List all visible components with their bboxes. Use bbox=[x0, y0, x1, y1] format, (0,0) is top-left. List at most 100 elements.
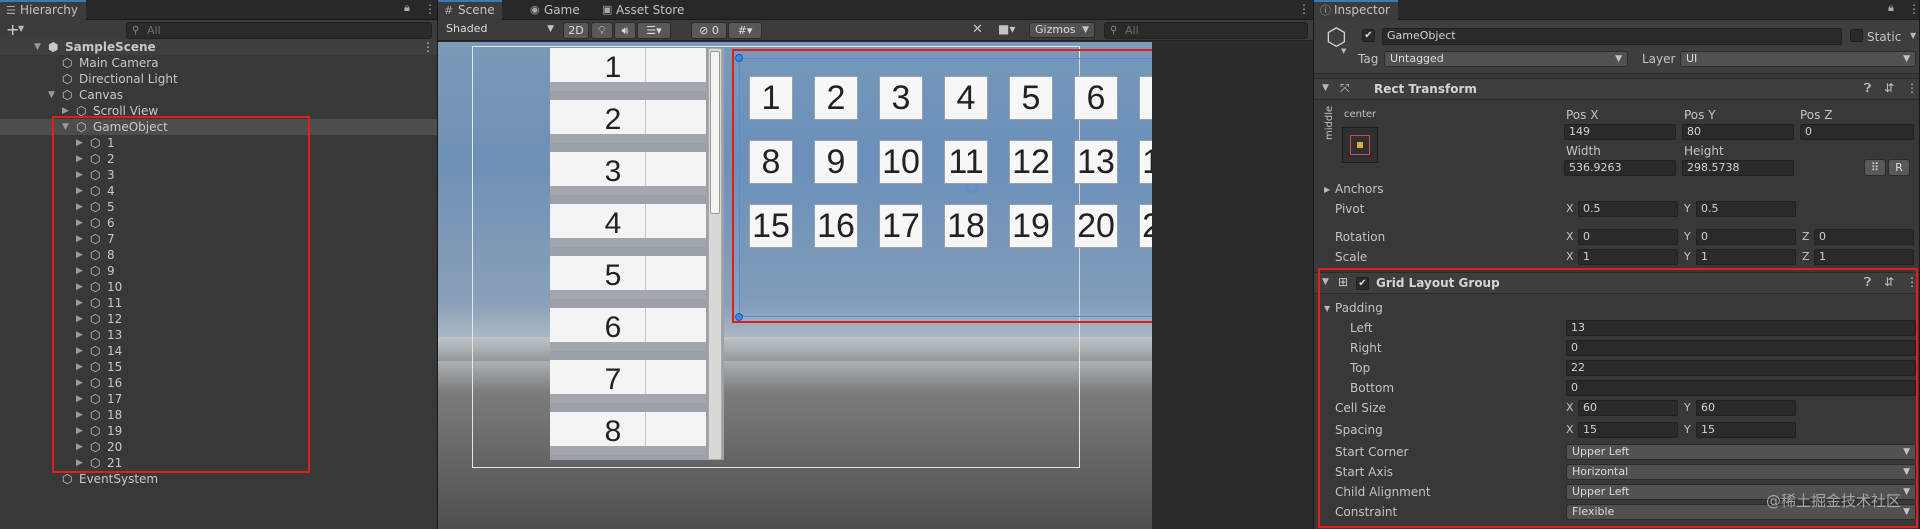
kebab-menu-icon[interactable]: ⋮ bbox=[1906, 81, 1918, 95]
grid-tile[interactable]: 16 bbox=[814, 204, 858, 248]
fold-closed-icon[interactable]: ▶ bbox=[62, 103, 69, 119]
tab-inspector[interactable]: ⓘ Inspector bbox=[1314, 0, 1398, 20]
hierarchy-row[interactable]: ▼ ⬡ GameObject bbox=[0, 119, 437, 135]
fold-closed-icon[interactable]: ▶ bbox=[76, 455, 83, 471]
static-checkbox[interactable] bbox=[1850, 29, 1863, 42]
anchors-fold-icon[interactable]: ▶ bbox=[1324, 185, 1330, 194]
pivot-y-field[interactable]: 0.5 bbox=[1696, 201, 1796, 217]
grid-tile[interactable]: 9 bbox=[814, 140, 858, 184]
tab-asset-store[interactable]: ▣ Asset Store bbox=[596, 0, 696, 20]
gizmos-dropdown[interactable]: Gizmos ▼ bbox=[1029, 22, 1095, 38]
grid-tile[interactable]: 14 bbox=[1139, 140, 1152, 184]
grid-tile[interactable]: 21 bbox=[1139, 204, 1152, 248]
hierarchy-row[interactable]: ⬡ EventSystem bbox=[0, 471, 437, 487]
grid-tile[interactable]: 13 bbox=[1074, 140, 1118, 184]
fold-closed-icon[interactable]: ▶ bbox=[76, 327, 83, 343]
layer-dropdown[interactable]: UI ▼ bbox=[1680, 51, 1916, 67]
padding-bottom-field[interactable]: 0 bbox=[1566, 380, 1916, 396]
fold-closed-icon[interactable]: ▶ bbox=[76, 263, 83, 279]
posy-field[interactable]: 80 bbox=[1682, 124, 1794, 140]
scroll-view-item[interactable]: 3 bbox=[550, 152, 706, 195]
tab-hierarchy[interactable]: ☰ Hierarchy bbox=[0, 0, 86, 20]
padding-fold-icon[interactable]: ▼ bbox=[1324, 304, 1330, 313]
hierarchy-row[interactable]: ▶ ⬡ 2 bbox=[0, 151, 437, 167]
blueprint-mode-button[interactable]: ⠿ bbox=[1864, 159, 1886, 176]
fold-closed-icon[interactable]: ▶ bbox=[76, 247, 83, 263]
scroll-view-item[interactable]: 5 bbox=[550, 256, 706, 299]
tab-game[interactable]: ◉ Game bbox=[524, 0, 586, 20]
fold-closed-icon[interactable]: ▶ bbox=[76, 343, 83, 359]
fold-closed-icon[interactable]: ▶ bbox=[76, 167, 83, 183]
lock-icon[interactable]: 🔒︎ bbox=[1888, 1, 1894, 15]
grid-toggle-button[interactable]: #▾ bbox=[728, 22, 762, 39]
hierarchy-row[interactable]: ▶ ⬡ 3 bbox=[0, 167, 437, 183]
raw-edit-button[interactable]: R bbox=[1888, 159, 1910, 176]
grid-tile[interactable]: 12 bbox=[1009, 140, 1053, 184]
scroll-view-item[interactable]: 1 bbox=[550, 48, 706, 91]
scroll-view[interactable]: 1 2 3 4 5 6 7 8 bbox=[550, 48, 724, 460]
hierarchy-row[interactable]: ▶ ⬡ 8 bbox=[0, 247, 437, 263]
rotation-z-field[interactable]: 0 bbox=[1814, 229, 1914, 245]
padding-label[interactable]: Padding bbox=[1335, 300, 1383, 316]
object-name-field[interactable]: GameObject bbox=[1382, 28, 1842, 45]
grid-tile[interactable]: 19 bbox=[1009, 204, 1053, 248]
hierarchy-row[interactable]: ▶ ⬡ 14 bbox=[0, 343, 437, 359]
hierarchy-row[interactable]: ▶ ⬡ 13 bbox=[0, 327, 437, 343]
scene-viewport[interactable]: 12345678 1234567891011121314151617181920… bbox=[438, 42, 1152, 529]
kebab-menu-icon[interactable]: ⋮ bbox=[424, 2, 436, 16]
rotation-x-field[interactable]: 0 bbox=[1578, 229, 1678, 245]
padding-top-field[interactable]: 22 bbox=[1566, 360, 1916, 376]
lighting-toggle-button[interactable]: 💡︎ bbox=[591, 22, 613, 39]
fold-closed-icon[interactable]: ▶ bbox=[76, 279, 83, 295]
kebab-menu-icon[interactable]: ⋮ bbox=[422, 39, 434, 55]
grid-tile[interactable]: 15 bbox=[749, 204, 793, 248]
hierarchy-row[interactable]: ▶ ⬡ 4 bbox=[0, 183, 437, 199]
spacing-x-field[interactable]: 15 bbox=[1578, 422, 1678, 438]
grid-tile[interactable]: 6 bbox=[1074, 76, 1118, 120]
posz-field[interactable]: 0 bbox=[1800, 124, 1914, 140]
fold-closed-icon[interactable]: ▶ bbox=[76, 183, 83, 199]
hierarchy-row[interactable]: ▶ ⬡ 18 bbox=[0, 407, 437, 423]
hierarchy-row[interactable]: ▶ ⬡ 15 bbox=[0, 359, 437, 375]
spacing-y-field[interactable]: 15 bbox=[1696, 422, 1796, 438]
fold-closed-icon[interactable]: ▶ bbox=[76, 199, 83, 215]
rect-handle-bottom-left[interactable] bbox=[735, 313, 743, 321]
cell-size-x-field[interactable]: 60 bbox=[1578, 400, 1678, 416]
hierarchy-row[interactable]: ▶ ⬡ 10 bbox=[0, 279, 437, 295]
fold-closed-icon[interactable]: ▶ bbox=[76, 151, 83, 167]
fold-open-icon[interactable]: ▼ bbox=[34, 39, 41, 55]
audio-toggle-button[interactable]: 🔊︎ bbox=[614, 22, 636, 39]
toggle-2d-button[interactable]: 2D bbox=[563, 22, 589, 39]
fold-closed-icon[interactable]: ▶ bbox=[76, 391, 83, 407]
camera-icon[interactable]: ■▾ bbox=[998, 22, 1015, 36]
help-icon[interactable]: ❓︎ bbox=[1864, 81, 1871, 96]
grid-layout-enabled-checbox[interactable]: ✔ bbox=[1356, 277, 1369, 290]
fold-closed-icon[interactable]: ▶ bbox=[76, 359, 83, 375]
start-corner-dropdown[interactable]: Upper Left ▼ bbox=[1566, 444, 1916, 460]
rect-handle-top-left[interactable] bbox=[735, 54, 743, 62]
hierarchy-row[interactable]: ▶ ⬡ 20 bbox=[0, 439, 437, 455]
scroll-view-item[interactable]: 8 bbox=[550, 412, 706, 455]
grid-tile[interactable]: 7 bbox=[1139, 76, 1152, 120]
grid-layout-group-header[interactable]: ▼ ⊞ ✔ Grid Layout Group ❓︎ ⇵ ⋮ bbox=[1314, 272, 1919, 294]
height-field[interactable]: 298.5738 bbox=[1682, 160, 1794, 176]
width-field[interactable]: 536.9263 bbox=[1564, 160, 1676, 176]
grid-tile[interactable]: 11 bbox=[944, 140, 988, 184]
anchors-label[interactable]: Anchors bbox=[1335, 181, 1384, 197]
grid-tile[interactable]: 1 bbox=[749, 76, 793, 120]
preset-icon[interactable]: ⇵ bbox=[1884, 275, 1894, 289]
scale-z-field[interactable]: 1 bbox=[1814, 249, 1914, 265]
hierarchy-row[interactable]: ▶ ⬡ 21 bbox=[0, 455, 437, 471]
padding-left-field[interactable]: 13 bbox=[1566, 320, 1916, 336]
tab-scene[interactable]: # Scene bbox=[438, 0, 502, 20]
start-axis-dropdown[interactable]: Horizontal ▼ bbox=[1566, 464, 1916, 480]
hierarchy-row[interactable]: ▶ ⬡ 17 bbox=[0, 391, 437, 407]
fold-closed-icon[interactable]: ▶ bbox=[76, 135, 83, 151]
chevron-down-icon[interactable]: ▼ bbox=[1341, 47, 1346, 55]
add-dropdown-arrow-icon[interactable]: ▼ bbox=[18, 24, 24, 33]
scale-y-field[interactable]: 1 bbox=[1696, 249, 1796, 265]
shading-mode-dropdown[interactable]: Shaded ▼ bbox=[441, 22, 559, 38]
tools-icon[interactable]: ✕ bbox=[972, 22, 983, 37]
grid-tile[interactable]: 5 bbox=[1009, 76, 1053, 120]
fold-open-icon[interactable]: ▼ bbox=[62, 119, 69, 135]
